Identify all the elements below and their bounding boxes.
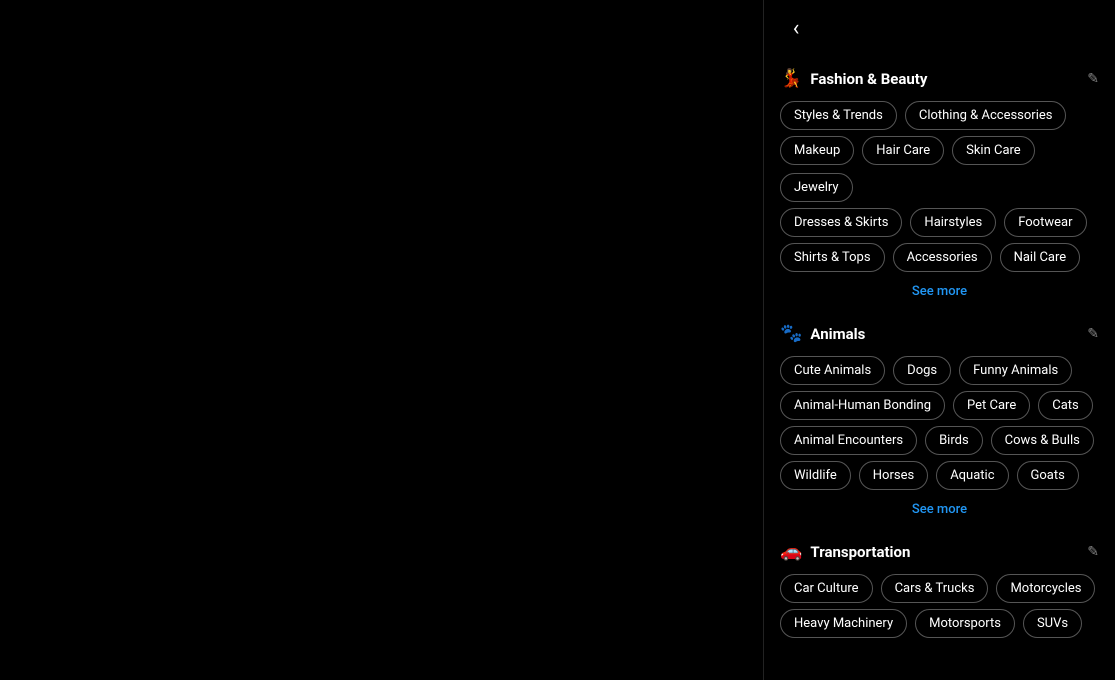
tag-makeup[interactable]: Makeup [780,136,854,165]
section-emoji: 🚗 [780,541,802,562]
tag-dresses-skirts[interactable]: Dresses & Skirts [780,208,902,237]
tag-shirts-tops[interactable]: Shirts & Tops [780,243,885,272]
tags-row-2-0: Car Culture Cars & TrucksMotorcycles [780,574,1099,603]
subtitle-text [764,54,1115,68]
topics-content: 💃 Fashion & Beauty ✎ Styles & Trends Clothin… [764,68,1115,680]
tag-styles-trends[interactable]: Styles & Trends [780,101,897,130]
tag-animal-encounters[interactable]: Animal Encounters [780,426,917,455]
section-title: Fashion & Beauty [810,70,927,88]
section-title: Animals [810,325,865,343]
tags-row-0-2: Dresses & Skirts Hairstyles Footwear [780,208,1099,237]
section-header: 🚗 Transportation ✎ [780,541,1099,562]
tag-skin-care[interactable]: Skin Care [952,136,1035,165]
tag-car-culture[interactable]: Car Culture [780,574,873,603]
section-emoji: 🐾 [780,323,802,344]
tag-suvs[interactable]: SUVs [1023,609,1082,638]
section-edit-icon[interactable]: ✎ [1087,71,1099,87]
tags-row-0-0: Styles & Trends Clothing & Accessories [780,101,1099,130]
tag-heavy-machinery[interactable]: Heavy Machinery [780,609,907,638]
tags-row-2-1: Heavy Machinery Motorsports SUVs [780,609,1099,638]
tag-motorcycles[interactable]: Motorcycles [996,574,1095,603]
section-emoji: 💃 [780,68,802,89]
tag-horses[interactable]: Horses [859,461,928,490]
tag-hairstyles[interactable]: Hairstyles [910,208,996,237]
see-more-link[interactable]: See more [780,280,1099,303]
tag-motorsports[interactable]: Motorsports [915,609,1015,638]
tags-row-0-1: Makeup Hair Care Skin Care Jewelry [780,136,1099,202]
tag-cars-trucks[interactable]: Cars & Trucks [881,574,989,603]
section-edit-icon[interactable]: ✎ [1087,544,1099,560]
tags-row-1-3: Wildlife Horses Aquatic Goats [780,461,1099,490]
tag-wildlife[interactable]: Wildlife [780,461,851,490]
tag-pet-care[interactable]: Pet Care [953,391,1030,420]
tag-clothing-accessories[interactable]: Clothing & Accessories [905,101,1067,130]
tag-goats[interactable]: Goats [1017,461,1079,490]
section-title: Transportation [810,543,910,561]
tag-dogs[interactable]: Dogs [893,356,951,385]
panel-header: ‹ [764,0,1115,54]
section-fashion-&-beauty: 💃 Fashion & Beauty ✎ Styles & Trends Clothin… [780,68,1099,303]
tags-row-1-0: Cute Animals Dogs Funny Animals [780,356,1099,385]
section-header: 💃 Fashion & Beauty ✎ [780,68,1099,89]
section-transportation: 🚗 Transportation ✎ Car Culture Cars & Trucks… [780,541,1099,638]
tag-nail-care[interactable]: Nail Care [1000,243,1081,272]
section-animals: 🐾 Animals ✎ Cute Animals Dogs Funny Animals An… [780,323,1099,521]
back-button[interactable]: ‹ [780,12,812,44]
tag-aquatic[interactable]: Aquatic [936,461,1008,490]
tag-hair-care[interactable]: Hair Care [862,136,944,165]
section-edit-icon[interactable]: ✎ [1087,326,1099,342]
see-more-link[interactable]: See more [780,498,1099,521]
tag-accessories[interactable]: Accessories [893,243,992,272]
tags-row-0-3: Shirts & Tops Accessories Nail Care [780,243,1099,272]
tags-row-1-1: Animal-Human Bonding Pet Care Cats [780,391,1099,420]
tag-footwear[interactable]: Footwear [1004,208,1086,237]
tag-jewelry[interactable]: Jewelry [780,173,853,202]
video-panel [0,0,763,680]
tag-cute-animals[interactable]: Cute Animals [780,356,885,385]
section-header: 🐾 Animals ✎ [780,323,1099,344]
tag-animal-human-bonding[interactable]: Animal-Human Bonding [780,391,945,420]
tag-cows-bulls[interactable]: Cows & Bulls [991,426,1094,455]
tags-row-1-2: Animal Encounters Birds Cows & Bulls [780,426,1099,455]
tag-birds[interactable]: Birds [925,426,983,455]
tag-funny-animals[interactable]: Funny Animals [959,356,1072,385]
topics-panel: ‹ 💃 Fashion & Beauty ✎ Styles & Trends Cloth… [763,0,1115,680]
tag-cats[interactable]: Cats [1038,391,1093,420]
